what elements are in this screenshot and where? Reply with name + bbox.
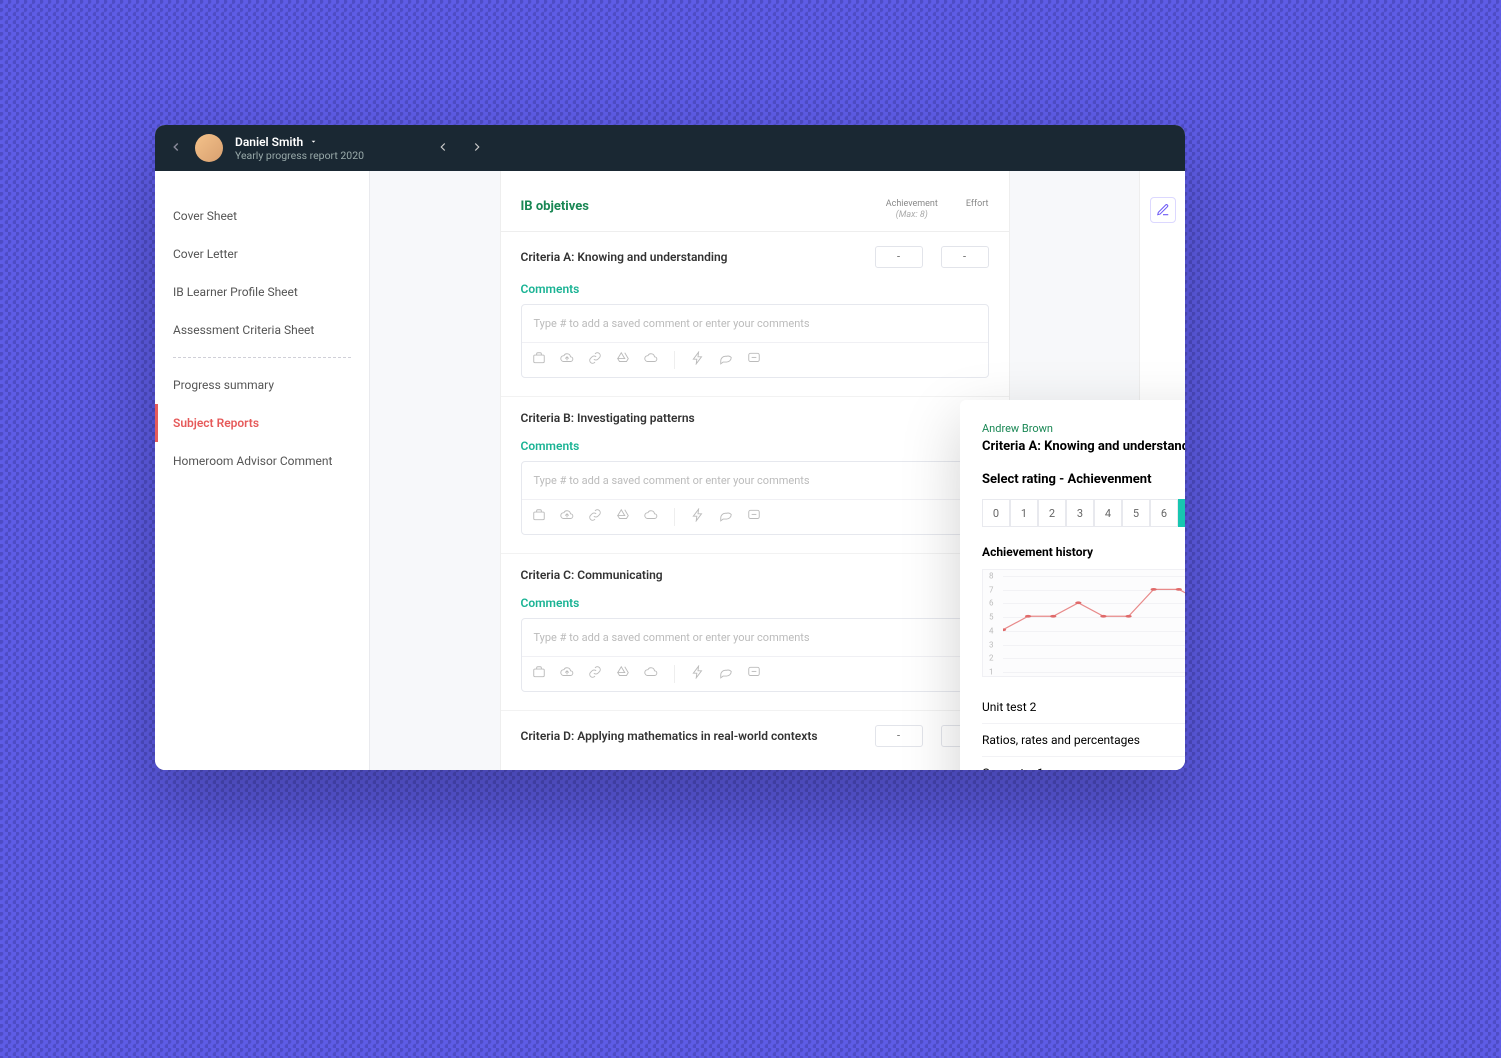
criteria-b-name: Criteria B: Investigating patterns [521,411,695,425]
rating-picker: 012345678 [982,499,1185,527]
history-list: Unit test 26Ratios, rates and percentage… [982,691,1185,770]
sidebar-item-ib-learner-profile[interactable]: IB Learner Profile Sheet [155,273,369,311]
edit-icon[interactable] [1150,197,1176,223]
rating-option-4[interactable]: 4 [1094,499,1122,527]
history-row: Unit test 26 [982,691,1185,724]
sidebar-divider [173,357,351,358]
rating-option-3[interactable]: 3 [1066,499,1094,527]
comments-label: Comments [521,282,989,296]
cloud-icon[interactable] [644,351,658,369]
achievement-history-chart: 12345678 [982,569,1185,677]
report-subtitle: Yearly progress report 2020 [235,149,364,162]
column-labels: Achievement (Max: 8) Effort [886,199,989,221]
popover-title: Criteria A: Knowing and understanding [982,439,1185,454]
rating-option-0[interactable]: 0 [982,499,1010,527]
chat-icon[interactable] [719,665,733,683]
rating-popover: Andrew Brown Criteria A: Knowing and und… [960,400,1185,770]
briefcase-icon[interactable] [532,351,546,369]
chat-minus-icon[interactable] [747,508,761,526]
criteria-b-comment-input[interactable]: Type # to add a saved comment or enter y… [522,462,988,499]
cloud-upload-icon[interactable] [560,665,574,683]
next-student-icon[interactable] [470,139,484,158]
criteria-a-comment-input[interactable]: Type # to add a saved comment or enter y… [522,305,988,342]
link-icon[interactable] [588,508,602,526]
bolt-icon[interactable] [691,665,705,683]
sidebar-item-progress-summary[interactable]: Progress summary [155,366,369,404]
drive-icon[interactable] [616,351,630,369]
history-label: Achievement history [982,545,1185,559]
sidebar-item-homeroom-advisor[interactable]: Homeroom Advisor Comment [155,442,369,480]
comments-label: Comments [521,596,989,610]
student-name[interactable]: Daniel Smith [235,135,364,149]
prev-student-icon[interactable] [436,139,450,158]
comment-toolbar [522,342,988,377]
bolt-icon[interactable] [691,508,705,526]
popover-teacher: Andrew Brown [982,422,1185,435]
cloud-upload-icon[interactable] [560,351,574,369]
briefcase-icon[interactable] [532,508,546,526]
drive-icon[interactable] [616,665,630,683]
chat-icon[interactable] [719,351,733,369]
rating-option-2[interactable]: 2 [1038,499,1066,527]
cloud-icon[interactable] [644,508,658,526]
criteria-c-comment-input[interactable]: Type # to add a saved comment or enter y… [522,619,988,656]
sidebar: Cover Sheet Cover Letter IB Learner Prof… [155,171,370,770]
criteria-a-achievement[interactable]: - [875,246,923,268]
criteria-a-effort[interactable]: - [941,246,989,268]
link-icon[interactable] [588,665,602,683]
avatar [195,134,223,162]
drive-icon[interactable] [616,508,630,526]
criteria-d-achievement[interactable]: - [875,725,923,747]
history-row: Ratios, rates and percentages7 [982,724,1185,757]
criteria-d-name: Criteria D: Applying mathematics in real… [521,729,818,743]
chat-minus-icon[interactable] [747,665,761,683]
rating-option-6[interactable]: 6 [1150,499,1178,527]
comments-label: Comments [521,439,989,453]
popover-select-label: Select rating - Achievenment [982,472,1185,487]
section-title: IB objetives [521,199,589,214]
sidebar-item-cover-letter[interactable]: Cover Letter [155,235,369,273]
bolt-icon[interactable] [691,351,705,369]
history-row: Geometry 15 [982,757,1185,770]
chat-minus-icon[interactable] [747,351,761,369]
sidebar-item-cover-sheet[interactable]: Cover Sheet [155,197,369,235]
rating-option-7[interactable]: 7 [1178,499,1185,527]
sidebar-item-assessment-criteria[interactable]: Assessment Criteria Sheet [155,311,369,349]
criteria-c-name: Criteria C: Communicating [521,568,663,582]
briefcase-icon[interactable] [532,665,546,683]
close-back-icon[interactable] [169,139,183,158]
link-icon[interactable] [588,351,602,369]
criteria-a-name: Criteria A: Knowing and understanding [521,250,728,264]
chat-icon[interactable] [719,508,733,526]
cloud-upload-icon[interactable] [560,508,574,526]
cloud-icon[interactable] [644,665,658,683]
sidebar-item-subject-reports[interactable]: Subject Reports [155,404,369,442]
rating-option-1[interactable]: 1 [1010,499,1038,527]
caret-down-icon [309,137,318,146]
rating-option-5[interactable]: 5 [1122,499,1150,527]
